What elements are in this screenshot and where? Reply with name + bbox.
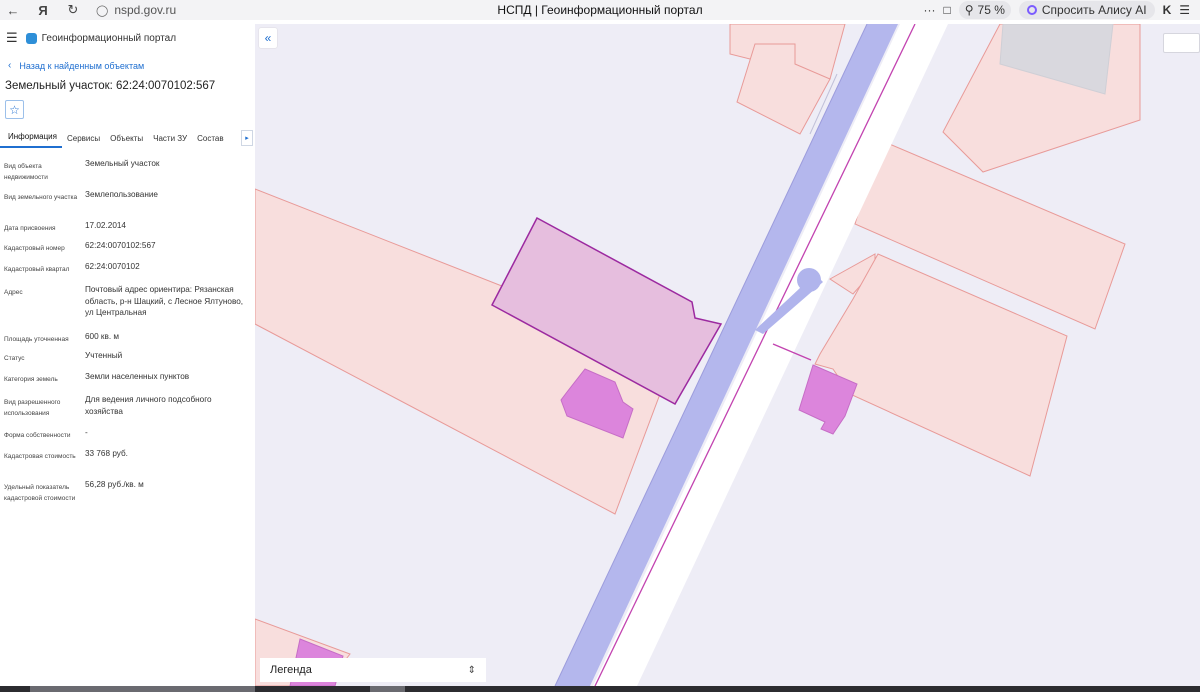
- property-label: Вид объекта недвижимости: [4, 163, 48, 181]
- extension-icon[interactable]: K: [1163, 3, 1172, 17]
- back-link-label: Назад к найденным объектам: [19, 60, 145, 71]
- property-row: Категория земель Земли населенных пункто…: [0, 371, 255, 394]
- property-value: Для ведения личного подсобного хозяйства: [85, 395, 212, 416]
- property-row: Кадастровый номер 62:24:0070102:567: [0, 240, 255, 261]
- ask-alice-label: Спросить Алису AI: [1041, 3, 1147, 17]
- alice-icon: [1026, 5, 1037, 15]
- property-value: 17.02.2014: [85, 221, 126, 230]
- property-value: Учтенный: [85, 351, 123, 360]
- property-row: Вид земельного участка Землепользование: [0, 189, 255, 220]
- property-value: 33 768 руб.: [85, 449, 128, 458]
- property-value: 56,28 руб./кв. м: [85, 480, 144, 489]
- bottom-scrollbar: [0, 686, 1200, 692]
- property-label: Кадастровый квартал: [4, 266, 70, 273]
- property-label: Площадь уточненная: [4, 336, 69, 343]
- property-label: Адрес: [4, 289, 23, 296]
- property-label: Статус: [4, 355, 25, 362]
- property-value: Почтовый адрес ориентира: Рязанская обла…: [85, 285, 244, 317]
- portal-name: Геоинформационный портал: [41, 32, 177, 44]
- tab-parcel-parts[interactable]: Части ЗУ: [148, 134, 192, 148]
- road-branch-end: [797, 268, 821, 292]
- property-value: Земли населенных пунктов: [85, 372, 190, 381]
- cadastral-map[interactable]: « Легенда ⇕: [255, 24, 1200, 686]
- info-tabs: Информация Сервисы Объекты Части ЗУ Сост…: [0, 128, 255, 148]
- property-value: 62:24:0070102: [85, 262, 140, 271]
- zoom-indicator[interactable]: ⚲ 75 %: [958, 1, 1011, 19]
- legend-label: Легенда: [270, 664, 312, 676]
- property-row: Вид разрешенного использования Для веден…: [0, 394, 255, 427]
- legend-dropdown[interactable]: Легенда ⇕: [260, 658, 486, 682]
- more-menu-icon[interactable]: ···: [923, 3, 935, 17]
- address-url: nspd.gov.ru: [114, 3, 177, 17]
- tabs-next-arrow-icon[interactable]: ▸: [241, 130, 253, 146]
- property-label: Дата присвоения: [4, 225, 56, 232]
- sort-arrows-icon: ⇕: [467, 664, 476, 676]
- ask-alice-button[interactable]: Спросить Алису AI: [1018, 1, 1155, 19]
- back-arrow-icon[interactable]: ←: [2, 0, 24, 20]
- property-label: Кадастровый номер: [4, 245, 65, 252]
- tab-objects[interactable]: Объекты: [105, 134, 148, 148]
- property-value: -: [85, 428, 88, 437]
- property-row: Дата присвоения 17.02.2014: [0, 220, 255, 240]
- property-row: Кадастровый квартал 62:24:0070102: [0, 261, 255, 284]
- property-label: Вид разрешенного использования: [4, 399, 61, 417]
- property-value: Земельный участок: [85, 159, 160, 168]
- info-sidebar: ☰ Геоинформационный портал ‹ Назад к най…: [0, 24, 255, 686]
- map-canvas[interactable]: [255, 24, 1200, 686]
- browser-menu-icon[interactable]: ☰: [1179, 3, 1190, 17]
- property-list: Вид объекта недвижимости Земельный участ…: [0, 158, 255, 519]
- tab-composition[interactable]: Состав: [192, 134, 229, 148]
- hamburger-menu-icon[interactable]: ☰: [6, 30, 18, 46]
- zoom-value: 75 %: [977, 3, 1005, 17]
- property-value: 62:24:0070102:567: [85, 241, 156, 250]
- property-value: Землепользование: [85, 190, 158, 199]
- star-icon: ☆: [9, 102, 20, 117]
- property-value: 600 кв. м: [85, 332, 120, 341]
- portal-logo-icon: [25, 32, 37, 44]
- property-label: Кадастровая стоимость: [4, 453, 76, 460]
- map-tool-button[interactable]: [1163, 33, 1200, 53]
- property-label: Категория земель: [4, 376, 58, 383]
- tab-services[interactable]: Сервисы: [62, 134, 105, 148]
- double-chevron-left-icon: «: [264, 31, 272, 45]
- favorite-star-button[interactable]: ☆: [5, 100, 24, 119]
- yandex-icon[interactable]: Я: [32, 0, 54, 20]
- reload-icon[interactable]: ↻: [62, 0, 84, 20]
- back-to-results-link[interactable]: ‹ Назад к найденным объектам: [0, 52, 255, 71]
- property-row: Форма собственности -: [0, 427, 255, 448]
- chevron-left-icon: ‹: [8, 60, 12, 71]
- sidebar-header: ☰ Геоинформационный портал: [0, 24, 255, 52]
- page-title: Земельный участок: 62:24:0070102:567: [5, 80, 216, 92]
- property-label: Вид земельного участка: [4, 194, 78, 201]
- browser-toolbar: ← Я ↻ ◯ nspd.gov.ru НСПД | Геоинформацио…: [0, 0, 1200, 20]
- bookmark-icon[interactable]: □: [943, 3, 950, 17]
- collapse-sidebar-button[interactable]: «: [259, 28, 277, 48]
- property-row: Удельный показатель кадастровой стоимост…: [0, 479, 255, 519]
- property-row: Кадастровая стоимость 33 768 руб.: [0, 448, 255, 479]
- zoom-search-icon: ⚲: [964, 3, 974, 17]
- property-row: Адрес Почтовый адрес ориентира: Рязанска…: [0, 284, 255, 331]
- tab-information[interactable]: Информация: [0, 132, 62, 148]
- property-label: Форма собственности: [4, 432, 71, 439]
- address-bar[interactable]: ◯ nspd.gov.ru: [96, 3, 176, 17]
- property-row: Статус Учтенный: [0, 350, 255, 371]
- shield-icon: ◯: [96, 4, 109, 17]
- property-label: Удельный показатель кадастровой стоимост…: [4, 484, 76, 502]
- scrollbar-segment[interactable]: [370, 686, 405, 692]
- scrollbar-segment[interactable]: [30, 686, 255, 692]
- property-row: Площадь уточненная 600 кв. м: [0, 331, 255, 350]
- property-row: Вид объекта недвижимости Земельный участ…: [0, 158, 255, 189]
